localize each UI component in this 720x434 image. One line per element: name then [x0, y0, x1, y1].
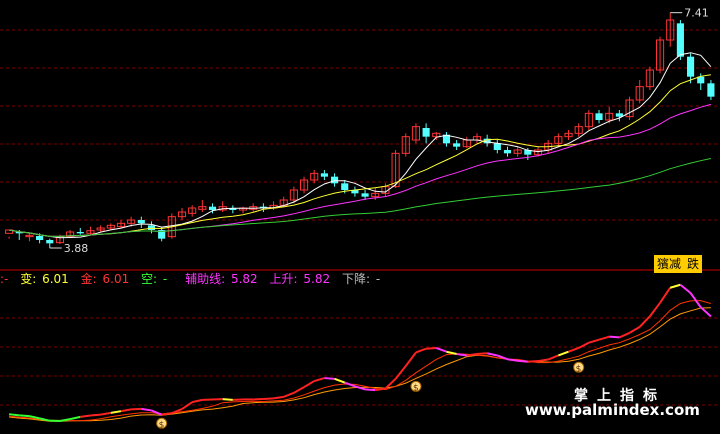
down-value: -	[375, 272, 381, 286]
signal-line-segment	[90, 413, 101, 417]
signal-line-segment	[293, 386, 305, 394]
indicator-prefix: :-	[0, 272, 9, 286]
toggle-button-b[interactable]: 跌	[684, 255, 703, 273]
signal-line-segment	[659, 287, 672, 304]
candle-down	[676, 23, 684, 57]
signal-line-segment	[181, 401, 193, 410]
candle-down	[331, 176, 339, 184]
ma60-line	[9, 158, 712, 237]
candle-down	[46, 240, 54, 244]
signal-line-segment	[649, 302, 661, 317]
signal-line-segment	[527, 360, 539, 363]
stock-chart-window: 7.41 3.88 $ $ $ :- 变: 6.01 金: 6.01 空: - 辅助线:…	[0, 0, 720, 434]
signal-line-segment	[404, 351, 417, 367]
signal-line-segment	[120, 408, 132, 413]
candle-down	[707, 83, 715, 97]
signal-line-segment	[415, 347, 427, 354]
kong-label: 空:	[141, 272, 158, 286]
signal-line-segment	[191, 398, 203, 404]
candle-down	[503, 150, 512, 154]
watermark-url: www.palmindex.com	[525, 401, 700, 419]
signal-marker-glyph: $	[413, 383, 419, 393]
signal-line-segment	[273, 395, 284, 400]
toggle-button-a[interactable]: 獱减	[654, 255, 685, 273]
candle-down	[147, 225, 156, 230]
candle-down	[208, 206, 217, 210]
signal-line-segment	[69, 415, 81, 421]
signal-line-segment	[283, 391, 295, 398]
signal-line-segment	[588, 338, 600, 344]
signal-line-segment	[222, 398, 233, 401]
signal-line-segment	[486, 352, 498, 357]
bian-label: 变:	[20, 272, 37, 286]
signal-line-segment	[547, 354, 559, 361]
candle-down	[687, 56, 695, 77]
signal-line-segment	[446, 350, 457, 355]
signal-line-segment	[110, 410, 122, 414]
signal-line-segment	[303, 380, 315, 388]
signal-line-segment	[426, 346, 437, 350]
jin-label: 金:	[80, 272, 97, 286]
candle-down	[36, 236, 44, 240]
up-value: 5.82	[303, 272, 331, 286]
signal-line-segment	[598, 335, 610, 341]
kong-value: -	[162, 272, 168, 286]
jin-value: 6.01	[102, 272, 130, 286]
signal-line-segment	[324, 377, 335, 380]
signal-line-segment	[557, 350, 569, 357]
bian-value: 6.01	[42, 272, 69, 286]
aux-value: 5.82	[230, 272, 258, 286]
ma20-line	[9, 103, 712, 237]
up-label: 上升:	[269, 272, 298, 286]
signal-line-segment	[435, 347, 447, 353]
candle-down	[453, 143, 461, 147]
signal-line-segment	[537, 358, 549, 363]
signal-line-segment	[700, 306, 712, 318]
signal-marker-glyph: $	[159, 420, 165, 430]
signal-line-segment	[80, 414, 91, 418]
indicator-legend-bar: :- 变: 6.01 金: 6.01 空: - 辅助线: 5.82 上升: 5.…	[0, 271, 720, 288]
candle-down	[137, 220, 145, 224]
signal-line-segment	[568, 347, 580, 353]
signal-marker-glyph: $	[576, 364, 582, 374]
signal-line-segment	[19, 414, 30, 418]
signal-line-segment	[394, 365, 407, 380]
aux-label: 辅助线:	[185, 272, 226, 286]
signal-line-segment	[263, 397, 274, 400]
signal-line-segment	[100, 411, 111, 416]
candle-down	[422, 128, 430, 137]
chart-canvas[interactable]: 7.41 3.88 $ $ $	[0, 0, 720, 434]
candle-down	[76, 232, 84, 234]
signal-line-segment	[365, 388, 376, 392]
signal-line-segment	[476, 352, 488, 355]
candle-down	[341, 183, 349, 190]
candle-down	[493, 143, 501, 150]
signal-line-segment	[8, 413, 20, 417]
high-price-label: 7.41	[684, 7, 709, 20]
candle-down	[361, 193, 369, 197]
signal-line-segment	[313, 377, 325, 383]
ma10-line	[9, 74, 711, 237]
signal-line-segment	[629, 326, 641, 334]
candle-down	[595, 113, 603, 120]
low-price-label: 3.88	[64, 242, 88, 255]
signal-line-segment	[334, 377, 346, 384]
down-label: 下降:	[341, 272, 370, 286]
signal-line-segment	[517, 359, 528, 363]
signal-line-segment	[618, 331, 630, 339]
signal-line-segment	[141, 407, 152, 412]
signal-line-segment	[609, 335, 620, 339]
candle-down	[320, 173, 328, 177]
ma5-line	[9, 52, 712, 239]
